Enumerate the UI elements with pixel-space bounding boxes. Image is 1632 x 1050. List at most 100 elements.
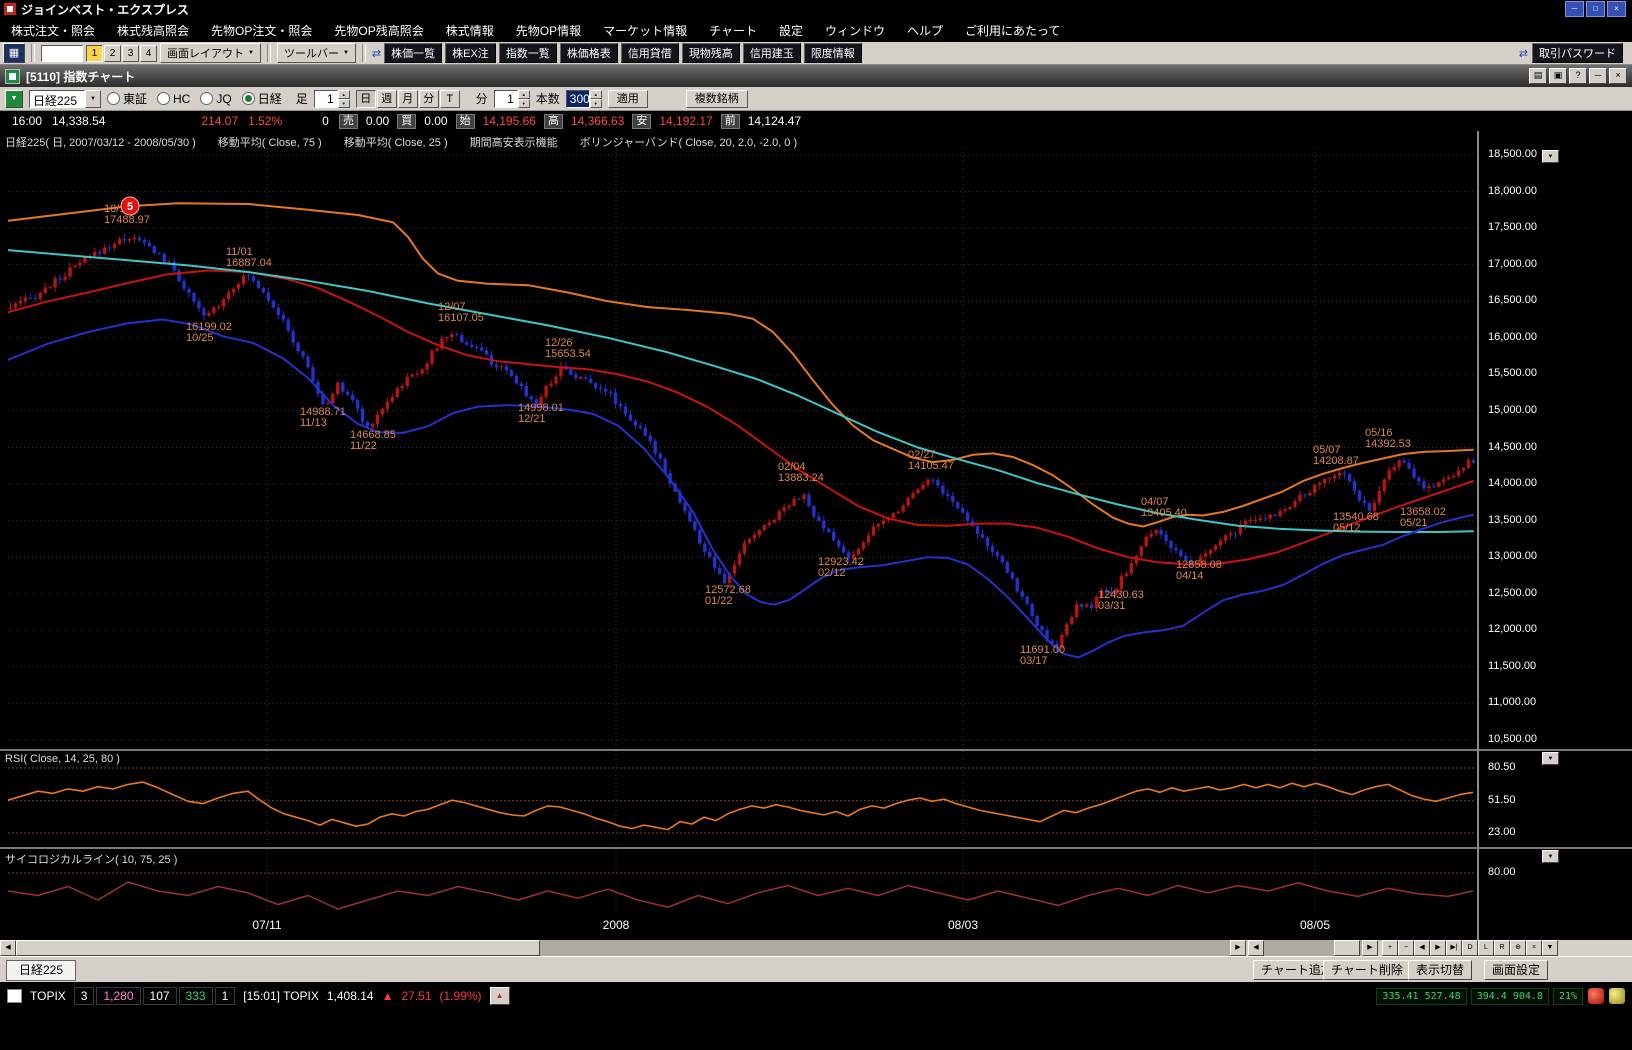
scrollbar-thumb[interactable] — [16, 940, 540, 956]
psychological-chart[interactable]: 07/11200808/0308/05 — [8, 849, 1476, 940]
stepper-down-icon[interactable]: ▼ — [590, 99, 602, 108]
symbol-combobox[interactable]: 日経225 ▼ — [29, 90, 101, 108]
alert-icon[interactable] — [1588, 988, 1604, 1004]
chart-tool-button[interactable]: ⊕ — [1510, 940, 1526, 956]
mini-scrollbar-track[interactable] — [1264, 940, 1362, 956]
chart-tool-button[interactable]: R — [1494, 940, 1510, 956]
stepper-up-icon[interactable]: ▲ — [518, 90, 530, 99]
toolbar-quick-button[interactable]: 株価一覧 — [384, 43, 442, 63]
scroll-right-icon[interactable]: ▶ — [1230, 940, 1246, 956]
chart-action-button[interactable]: チャート削除 — [1323, 960, 1411, 980]
screen-layout-dropdown[interactable]: 画面レイアウト ▼ — [160, 43, 261, 63]
timeframe-button[interactable]: 週 — [377, 90, 397, 108]
chart-tool-button[interactable]: ◀ — [1414, 940, 1430, 956]
minimize-button[interactable]: ─ — [1565, 1, 1584, 17]
multi-symbol-button[interactable]: 複数銘柄 — [686, 90, 748, 108]
stepper-arrows[interactable]: ▲ ▼ — [518, 90, 530, 108]
chart-tool-button[interactable]: ▶| — [1446, 940, 1462, 956]
close-button[interactable]: × — [1607, 1, 1626, 17]
stepper-up-icon[interactable]: ▲ — [338, 90, 350, 99]
stepper-up-icon[interactable]: ▲ — [590, 90, 602, 99]
menu-item[interactable]: 株式情報 — [435, 22, 505, 39]
svg-text:02/0413883.24: 02/0413883.24 — [778, 461, 824, 484]
layout-button[interactable]: 1 — [86, 45, 103, 62]
menu-item[interactable]: 株式残高照会 — [106, 22, 200, 39]
timeframe-button[interactable]: 日 — [356, 90, 376, 108]
scroll-left-icon[interactable]: ◀ — [0, 940, 16, 956]
chart-tool-button[interactable]: ▶ — [1430, 940, 1446, 956]
toolbar-quick-button[interactable]: 現物残高 — [682, 43, 740, 63]
stepper-down-icon[interactable]: ▼ — [338, 99, 350, 108]
menu-item[interactable]: マーケット情報 — [592, 22, 698, 39]
close-button[interactable]: × — [1609, 68, 1627, 84]
trade-password-button[interactable]: 取引パスワード — [1532, 43, 1623, 63]
scrollbar-track[interactable] — [16, 940, 1230, 956]
toolbar-menu-dropdown[interactable]: ツールバー ▼ — [277, 43, 356, 63]
quote-board-button[interactable]: ▲ — [490, 987, 510, 1005]
market-radio[interactable]: 東証 — [107, 90, 147, 107]
status-market[interactable]: TOPIX — [30, 989, 66, 1003]
chevron-down-icon[interactable]: ▼ — [85, 90, 101, 108]
menu-item[interactable]: 先物OP情報 — [505, 22, 592, 39]
menu-item[interactable]: 先物OP注文・照会 — [200, 22, 323, 39]
toolbar-quick-button[interactable]: 株EX注 — [445, 43, 496, 63]
stepper-arrows[interactable]: ▲ ▼ — [590, 90, 602, 108]
scroll-down-icon[interactable]: ▼ — [1542, 150, 1559, 163]
chart-tool-button[interactable]: L — [1478, 940, 1494, 956]
mini-scrollbar-thumb[interactable] — [1334, 940, 1360, 956]
market-radio[interactable]: 日経 — [242, 90, 282, 107]
chart-action-button[interactable]: 画面設定 — [1484, 960, 1548, 980]
chart-tool-button[interactable]: + — [1382, 940, 1398, 956]
rsi-axis-label: 23.00 — [1488, 826, 1516, 838]
toolbar-quick-button[interactable]: 信用貸借 — [621, 43, 679, 63]
menu-item[interactable]: 株式注文・照会 — [0, 22, 106, 39]
connection-icon[interactable] — [1609, 988, 1625, 1004]
chart-window-title-bar[interactable]: [5110] 指数チャート ▤▣?─× — [0, 65, 1632, 87]
market-radio[interactable]: HC — [157, 90, 190, 107]
mini-scroll-left-icon[interactable]: ◀ — [1248, 940, 1264, 956]
chart-tool-button[interactable]: ▼ — [1542, 940, 1558, 956]
toolbar-quick-button[interactable]: 株価格表 — [560, 43, 618, 63]
chart-tool-button[interactable]: D — [1462, 940, 1478, 956]
layout-button[interactable]: 4 — [140, 45, 157, 62]
menu-item[interactable]: 先物OP残高照会 — [323, 22, 434, 39]
chart-tool-button[interactable]: − — [1398, 940, 1414, 956]
timeframe-button[interactable]: 月 — [398, 90, 418, 108]
period-stepper[interactable]: 1 ▲ ▼ — [314, 90, 350, 108]
toolbar-quick-button[interactable]: 信用建玉 — [743, 43, 801, 63]
timeframe-button[interactable]: 分 — [419, 90, 439, 108]
scroll-down-icon[interactable]: ▼ — [1542, 850, 1559, 863]
toolbar-input[interactable] — [41, 45, 83, 62]
window-grid-icon[interactable]: ▦ — [3, 43, 25, 63]
menu-item[interactable]: ご利用にあたって — [954, 22, 1071, 39]
chart-tool-button[interactable]: × — [1526, 940, 1542, 956]
minute-stepper[interactable]: 1 ▲ ▼ — [494, 90, 530, 108]
toolbar-quick-button[interactable]: 限度情報 — [804, 43, 862, 63]
market-radio[interactable]: JQ — [200, 90, 231, 107]
timeframe-button[interactable]: T — [440, 90, 460, 108]
menu-item[interactable]: チャート — [698, 22, 768, 39]
price-chart[interactable]: 10/1117488.9716199.0210/2511/0116887.041… — [8, 148, 1476, 749]
layout-button[interactable]: 3 — [122, 45, 139, 62]
menu-item[interactable]: ヘルプ — [896, 22, 954, 39]
apply-button[interactable]: 適用 — [608, 90, 648, 108]
scroll-down-icon[interactable]: ▼ — [1542, 752, 1559, 765]
help-button[interactable]: ? — [1569, 68, 1587, 84]
maximize-button[interactable]: □ — [1586, 1, 1605, 17]
chart-action-button[interactable]: 表示切替 — [1408, 960, 1472, 980]
layout-button[interactable]: 2 — [104, 45, 121, 62]
menu-item[interactable]: 設定 — [768, 22, 814, 39]
copy-button[interactable]: ▣ — [1549, 68, 1567, 84]
menu-item[interactable]: ウィンドウ — [814, 22, 896, 39]
toolbar-quick-button[interactable]: 指数一覧 — [499, 43, 557, 63]
bars-stepper[interactable]: 300 ▲ ▼ — [566, 90, 602, 108]
symbol-picker-icon[interactable]: ▼ — [5, 90, 23, 108]
minimize-button[interactable]: ─ — [1589, 68, 1607, 84]
mini-scroll-right-icon[interactable]: ▶ — [1362, 940, 1378, 956]
stepper-down-icon[interactable]: ▼ — [518, 99, 530, 108]
rsi-chart[interactable] — [8, 751, 1476, 847]
stepper-arrows[interactable]: ▲ ▼ — [338, 90, 350, 108]
print-button[interactable]: ▤ — [1529, 68, 1547, 84]
status-checkbox[interactable] — [7, 989, 22, 1003]
tab-nikkei225[interactable]: 日経225 — [6, 960, 76, 981]
